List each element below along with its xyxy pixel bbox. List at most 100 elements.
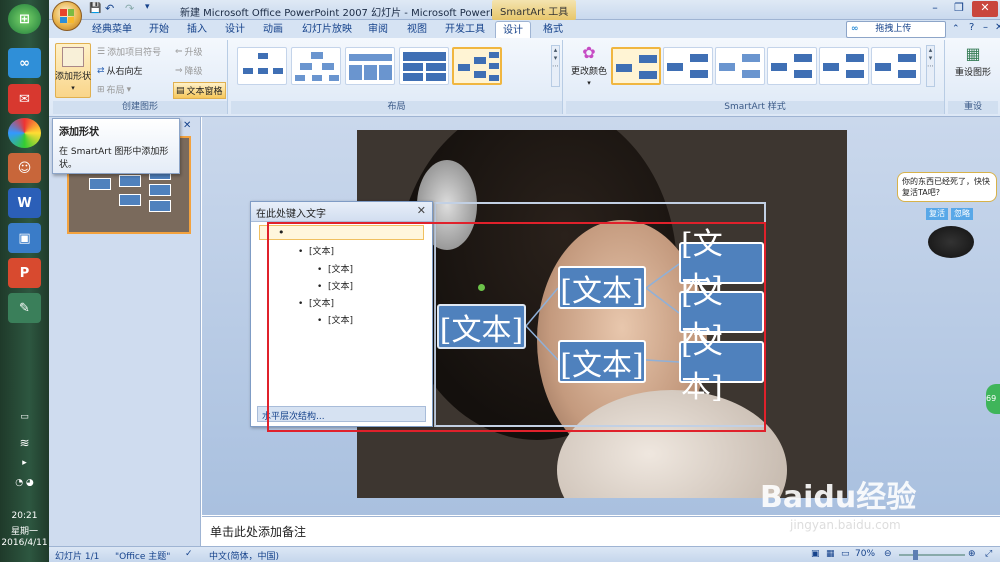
normal-view-icon[interactable]: ▣	[811, 549, 820, 559]
slide-sorter-icon[interactable]: ▦	[826, 549, 835, 559]
zoom-slider-thumb[interactable]	[913, 550, 918, 560]
group-layouts-label: 布局	[231, 101, 562, 114]
right-to-left-label: 从右向左	[106, 67, 143, 77]
add-shape-button[interactable]: 添加形状 ▾	[55, 43, 91, 98]
arrow-right-icon: ⇒	[175, 65, 183, 76]
style-gallery-item-4[interactable]	[767, 47, 817, 85]
style-gallery-item-6[interactable]	[871, 47, 921, 85]
text-pane-title: 在此处键入文字	[256, 209, 326, 220]
right-to-left-icon: ⇄	[97, 65, 105, 76]
add-bullet-button[interactable]: ☰ 添加项目符号	[97, 45, 161, 59]
layout-gallery-item-1[interactable]	[237, 47, 287, 85]
tab-view[interactable]: 视图	[402, 21, 432, 38]
group-smartart-styles-label: SmartArt 样式	[566, 101, 944, 114]
layout-gallery-scroller[interactable]: ▴ ▾ ⋯	[551, 45, 560, 87]
style-gallery-item-1[interactable]	[611, 47, 661, 85]
save-icon[interactable]: 💾	[89, 3, 101, 14]
promote-button[interactable]: ⇐ 升级	[175, 45, 203, 59]
wifi-icon[interactable]: ≋	[0, 436, 49, 450]
slideshow-icon[interactable]: ▭	[841, 549, 850, 559]
group-smartart-styles: ✿ 更改颜色 ▾ ▴ ▾ ⋯ SmartArt 样式	[566, 40, 945, 114]
battery-icon[interactable]: ▭	[0, 412, 49, 422]
tab-slideshow[interactable]: 幻灯片放映	[298, 21, 356, 38]
tab-insert[interactable]: 插入	[182, 21, 212, 38]
tab-design[interactable]: 设计	[220, 21, 250, 38]
pet-popup: 你的东西已经死了，快快复活TA吧?	[897, 172, 997, 212]
ignore-button[interactable]: 忽略	[951, 208, 973, 220]
tooltip-body: 在 SmartArt 图形中添加形状。	[59, 147, 169, 170]
floating-widget-icon[interactable]: 69	[986, 384, 1000, 414]
tooltip-title: 添加形状	[59, 127, 99, 138]
tab-animations[interactable]: 动画	[258, 21, 288, 38]
reset-graphic-button[interactable]: ▦ 重设图形	[950, 44, 996, 94]
tab-home[interactable]: 开始	[144, 21, 174, 38]
ribbon-minimize-icon[interactable]: ⌃	[952, 24, 960, 34]
tab-smartart-format[interactable]: 格式	[537, 21, 569, 38]
maximize-button[interactable]: ❐	[948, 1, 970, 17]
style-gallery-scroller[interactable]: ▴ ▾ ⋯	[926, 45, 935, 87]
zoom-slider-track[interactable]	[899, 554, 965, 556]
paint-app-icon[interactable]: ✎	[8, 293, 41, 323]
redo-icon[interactable]: ↷	[125, 2, 134, 15]
reset-graphic-icon: ▦	[965, 44, 981, 63]
minimize-button[interactable]: –	[924, 1, 946, 17]
reset-graphic-label: 重设图形	[954, 68, 991, 78]
zoom-out-icon[interactable]: ⊖	[884, 549, 892, 559]
office-button[interactable]	[52, 1, 82, 31]
tab-developer[interactable]: 开发工具	[441, 21, 489, 38]
rotation-handle[interactable]	[478, 284, 485, 291]
group-create-graphic: 添加形状 ▾ ☰ 添加项目符号 ⇄ 从右向左 ⊞ 布局 ▾ ⇐ 升级 ⇒ 降级 ▤ 文本窗格 …	[53, 40, 228, 114]
style-gallery-item-3[interactable]	[715, 47, 765, 85]
spellcheck-icon[interactable]: ✓	[185, 549, 193, 559]
status-theme[interactable]: "Office 主题"	[115, 549, 170, 562]
style-gallery-item-2[interactable]	[663, 47, 713, 85]
word-app-icon[interactable]: W	[8, 188, 41, 218]
demote-button[interactable]: ⇒ 降级	[175, 64, 203, 78]
tray-expand-icon[interactable]: ▸	[0, 458, 49, 468]
layout-gallery-item-horizontal-hierarchy[interactable]	[452, 47, 502, 85]
layout-gallery-item-3[interactable]	[345, 47, 395, 85]
layout-gallery-item-2[interactable]	[291, 47, 341, 85]
status-language[interactable]: 中文(简体，中国)	[209, 549, 279, 562]
picture-app-icon[interactable]: ▣	[8, 223, 41, 253]
close-button[interactable]: ✕	[972, 1, 998, 17]
change-colors-button[interactable]: ✿ 更改颜色 ▾	[570, 43, 608, 97]
fit-to-window-icon[interactable]: ⤢	[985, 549, 992, 559]
demote-label: 降级	[184, 67, 203, 77]
revive-button[interactable]: 复活	[926, 208, 948, 220]
pet-avatar-icon[interactable]	[928, 226, 974, 258]
right-to-left-button[interactable]: ⇄ 从右向左	[97, 64, 143, 78]
help-icon[interactable]: ?	[969, 22, 974, 33]
upload-button[interactable]: ∞ 拖拽上传	[846, 21, 946, 38]
style-gallery-item-5[interactable]	[819, 47, 869, 85]
pet-popup-text: 你的东西已经死了，快快复活TA吧?	[897, 172, 997, 202]
powerpoint-app-icon[interactable]: P	[8, 258, 41, 288]
undo-icon[interactable]: ↶	[105, 2, 114, 15]
bullet-icon: ☰	[97, 46, 106, 57]
tray-icons[interactable]: ◔ ◕	[0, 478, 49, 488]
text-pane-toggle-button[interactable]: ▤ 文本窗格	[173, 82, 226, 99]
watermark-url: jingyan.baidu.com	[790, 518, 901, 532]
add-shape-label: 添加形状	[55, 72, 92, 82]
game-app-icon[interactable]: ☺	[8, 153, 41, 183]
tab-smartart-design[interactable]: 设计	[495, 21, 531, 38]
close-pane-icon[interactable]: ✕	[183, 120, 191, 131]
doc-minimize-icon[interactable]: –	[983, 22, 988, 33]
doc-close-icon[interactable]: ✕	[995, 22, 1000, 33]
upload-icon: ∞	[851, 24, 859, 34]
mail-app-icon[interactable]: ✉	[8, 84, 41, 114]
zoom-in-icon[interactable]: ⊕	[968, 549, 976, 559]
zoom-level[interactable]: 70%	[855, 549, 875, 559]
start-orb-icon[interactable]: ⊞	[8, 4, 41, 34]
clock-time[interactable]: 20:21	[0, 511, 49, 521]
layout-gallery-item-4[interactable]	[399, 47, 449, 85]
text-pane-close-icon[interactable]: ✕	[417, 204, 426, 217]
add-shape-icon	[62, 47, 84, 67]
cloud-app-icon[interactable]: ∞	[8, 48, 41, 78]
ribbon: 添加形状 ▾ ☰ 添加项目符号 ⇄ 从右向左 ⊞ 布局 ▾ ⇐ 升级 ⇒ 降级 ▤ 文本窗格 …	[49, 38, 1000, 117]
customize-qat-icon[interactable]: ▾	[145, 2, 150, 12]
tab-review[interactable]: 审阅	[363, 21, 393, 38]
layout-dropdown-button[interactable]: ⊞ 布局 ▾	[97, 83, 131, 97]
tab-classic-menu[interactable]: 经典菜单	[86, 21, 138, 38]
browser-app-icon[interactable]	[8, 118, 41, 148]
